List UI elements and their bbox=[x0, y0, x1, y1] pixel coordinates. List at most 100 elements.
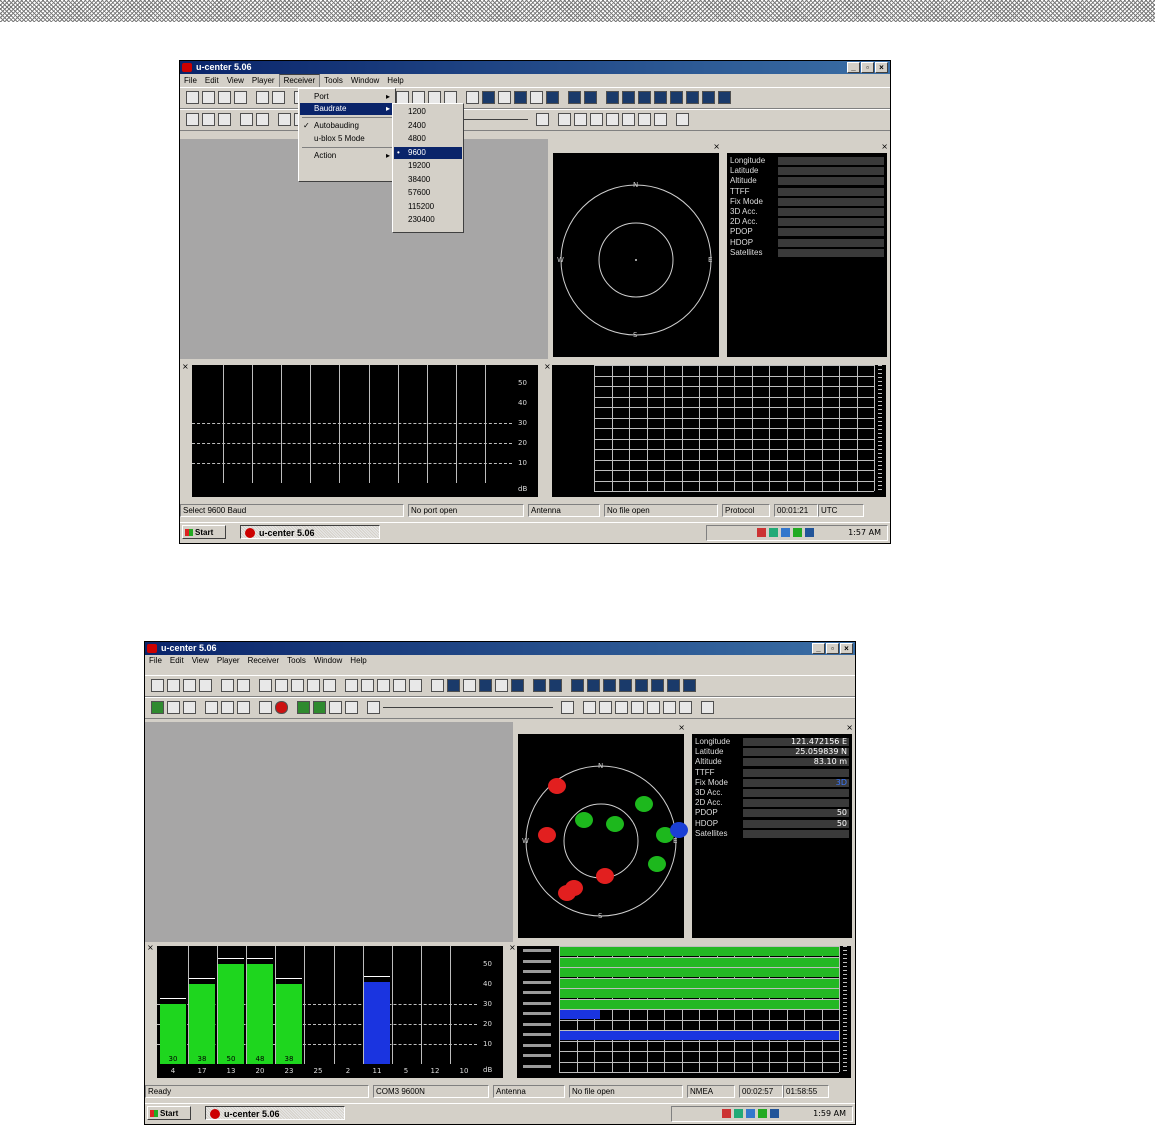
toolbar-button[interactable] bbox=[670, 91, 683, 104]
menu-receiver[interactable]: Receiver bbox=[278, 74, 321, 88]
toolbar-button[interactable] bbox=[167, 679, 180, 692]
close-button[interactable]: × bbox=[875, 62, 888, 73]
toolbar-button[interactable] bbox=[278, 113, 291, 126]
toolbar-button[interactable] bbox=[393, 679, 406, 692]
menu-edit[interactable]: Edit bbox=[201, 75, 223, 87]
toolbar-button[interactable] bbox=[205, 701, 218, 714]
toolbar-button[interactable] bbox=[409, 679, 422, 692]
toolbar-button[interactable] bbox=[667, 679, 680, 692]
baudrate-option[interactable]: 1200 bbox=[394, 106, 462, 118]
toolbar-button[interactable] bbox=[561, 701, 574, 714]
toolbar-button[interactable] bbox=[221, 679, 234, 692]
satellite-marker[interactable] bbox=[596, 868, 614, 884]
start-button[interactable]: Start bbox=[182, 525, 226, 539]
toolbar-button[interactable] bbox=[240, 113, 253, 126]
toolbar-button[interactable] bbox=[686, 91, 699, 104]
menu-tools[interactable]: Tools bbox=[283, 655, 310, 667]
toolbar-button[interactable] bbox=[495, 679, 508, 692]
toolbar-button[interactable] bbox=[718, 91, 731, 104]
close-icon[interactable]: × bbox=[182, 363, 189, 371]
satellite-marker[interactable] bbox=[606, 816, 624, 832]
toolbar-button[interactable] bbox=[514, 91, 527, 104]
toolbar-button[interactable] bbox=[237, 679, 250, 692]
satellite-marker[interactable] bbox=[575, 812, 593, 828]
toolbar-button[interactable] bbox=[256, 91, 269, 104]
menu-help[interactable]: Help bbox=[383, 75, 407, 87]
toolbar-button[interactable] bbox=[367, 701, 380, 714]
toolbar-button[interactable] bbox=[291, 679, 304, 692]
toolbar-button[interactable] bbox=[186, 113, 199, 126]
toolbar-button[interactable] bbox=[568, 91, 581, 104]
toolbar-button[interactable] bbox=[654, 113, 667, 126]
toolbar-button[interactable] bbox=[218, 113, 231, 126]
menu-help[interactable]: Help bbox=[346, 655, 370, 667]
close-button[interactable]: × bbox=[840, 643, 853, 654]
baudrate-option[interactable]: • 9600 bbox=[394, 146, 462, 159]
toolbar-button[interactable] bbox=[663, 701, 676, 714]
close-icon[interactable]: × bbox=[713, 143, 720, 151]
toolbar-button[interactable] bbox=[463, 679, 476, 692]
menu-player[interactable]: Player bbox=[213, 655, 244, 667]
toolbar-button[interactable] bbox=[638, 91, 651, 104]
toolbar-button[interactable] bbox=[546, 91, 559, 104]
toolbar-button[interactable] bbox=[590, 113, 603, 126]
toolbar-button[interactable] bbox=[275, 701, 288, 714]
restore-button[interactable]: ▫ bbox=[861, 62, 874, 73]
toolbar-button[interactable] bbox=[447, 679, 460, 692]
satellite-marker[interactable] bbox=[538, 827, 556, 843]
toolbar-button[interactable] bbox=[345, 701, 358, 714]
toolbar-button[interactable] bbox=[218, 91, 231, 104]
toolbar-button[interactable] bbox=[619, 679, 632, 692]
start-button[interactable]: Start bbox=[147, 1106, 191, 1120]
toolbar-button[interactable] bbox=[323, 679, 336, 692]
receiver-menu-item[interactable]: Baudrate ▸ bbox=[300, 103, 394, 115]
toolbar-button[interactable] bbox=[297, 701, 310, 714]
toolbar-button[interactable] bbox=[151, 701, 164, 714]
close-icon[interactable]: × bbox=[509, 944, 516, 952]
toolbar-button[interactable] bbox=[183, 679, 196, 692]
toolbar-button[interactable] bbox=[345, 679, 358, 692]
toolbar-button[interactable] bbox=[679, 701, 692, 714]
toolbar-button[interactable] bbox=[329, 701, 342, 714]
minimize-button[interactable]: _ bbox=[812, 643, 825, 654]
toolbar-button[interactable] bbox=[202, 113, 215, 126]
toolbar-button[interactable] bbox=[234, 91, 247, 104]
toolbar-button[interactable] bbox=[558, 113, 571, 126]
close-icon[interactable]: × bbox=[846, 724, 853, 732]
toolbar-button[interactable] bbox=[186, 91, 199, 104]
menu-file[interactable]: File bbox=[180, 75, 201, 87]
toolbar-button[interactable] bbox=[599, 701, 612, 714]
toolbar-button[interactable] bbox=[635, 679, 648, 692]
menu-window[interactable]: Window bbox=[347, 75, 383, 87]
toolbar-button[interactable] bbox=[638, 113, 651, 126]
baudrate-option[interactable]: 4800 bbox=[394, 133, 462, 145]
toolbar-button[interactable] bbox=[259, 679, 272, 692]
toolbar-button[interactable] bbox=[167, 701, 180, 714]
toolbar-button[interactable] bbox=[272, 91, 285, 104]
toolbar-button[interactable] bbox=[275, 679, 288, 692]
restore-button[interactable]: ▫ bbox=[826, 643, 839, 654]
toolbar-button[interactable] bbox=[361, 679, 374, 692]
receiver-menu-item[interactable]: u-blox 5 Mode bbox=[300, 133, 394, 145]
toolbar-button[interactable] bbox=[606, 91, 619, 104]
toolbar-button[interactable] bbox=[431, 679, 444, 692]
toolbar-button[interactable] bbox=[574, 113, 587, 126]
toolbar-button[interactable] bbox=[536, 113, 549, 126]
toolbar-button[interactable] bbox=[549, 679, 562, 692]
menu-view[interactable]: View bbox=[188, 655, 213, 667]
close-icon[interactable]: × bbox=[544, 363, 551, 371]
minimize-button[interactable]: _ bbox=[847, 62, 860, 73]
toolbar-button[interactable] bbox=[571, 679, 584, 692]
close-icon[interactable]: × bbox=[678, 724, 685, 732]
toolbar-button[interactable] bbox=[603, 679, 616, 692]
toolbar-button[interactable] bbox=[256, 113, 269, 126]
toolbar-button[interactable] bbox=[466, 91, 479, 104]
toolbar-button[interactable] bbox=[615, 701, 628, 714]
toolbar-button[interactable] bbox=[631, 701, 644, 714]
satellite-marker[interactable] bbox=[670, 822, 688, 838]
toolbar-button[interactable] bbox=[587, 679, 600, 692]
timeline-slider[interactable] bbox=[383, 707, 553, 708]
toolbar-button[interactable] bbox=[151, 679, 164, 692]
toolbar-button[interactable] bbox=[482, 91, 495, 104]
toolbar-button[interactable] bbox=[606, 113, 619, 126]
